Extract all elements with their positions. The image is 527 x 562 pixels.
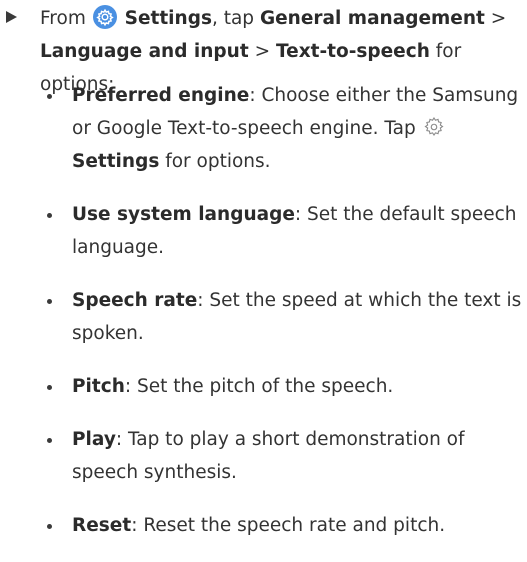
option-desc: : Set the pitch of the speech. bbox=[124, 376, 394, 397]
intro-general-management: General management bbox=[259, 8, 485, 29]
page: From Settings, tap General management > … bbox=[0, 0, 527, 536]
bullet-dot-icon bbox=[47, 213, 52, 218]
intro-from: From bbox=[40, 8, 86, 29]
list-item: Pitch: Set the pitch of the speech. bbox=[47, 370, 524, 403]
list-item: Speech rate: Set the speed at which the … bbox=[47, 284, 524, 350]
intro-text-to-speech: Text-to-speech bbox=[275, 41, 430, 62]
option-desc: : Reset the speech rate and pitch. bbox=[131, 515, 446, 536]
bullet-dot-icon bbox=[47, 524, 52, 529]
bullet-dot-icon bbox=[47, 385, 52, 390]
intro-sep: , tap bbox=[211, 8, 255, 29]
option-term: Speech rate bbox=[72, 290, 198, 311]
intro-language-input: Language and input bbox=[40, 41, 249, 62]
option-desc: : Tap to play a short demonstration of s… bbox=[72, 429, 465, 483]
option-settings: Settings bbox=[72, 151, 160, 172]
option-term: Play bbox=[72, 429, 116, 450]
settings-gear-icon bbox=[92, 5, 117, 29]
bullet-dot-icon bbox=[47, 94, 52, 99]
option-term: Use system language bbox=[72, 204, 295, 225]
option-term: Reset bbox=[72, 515, 132, 536]
list-item: Play: Tap to play a short demonstration … bbox=[47, 423, 524, 489]
option-tail: for options. bbox=[165, 151, 271, 172]
list-item: Reset: Reset the speech rate and pitch. bbox=[47, 509, 524, 542]
option-term: Pitch bbox=[72, 376, 125, 397]
bullet-arrow-icon bbox=[6, 11, 17, 23]
settings-outline-gear-icon bbox=[424, 117, 444, 137]
options-list: Preferred engine: Choose either the Sams… bbox=[47, 79, 524, 562]
option-term: Preferred engine bbox=[72, 85, 250, 106]
intro-settings: Settings bbox=[124, 8, 212, 29]
bullet-dot-icon bbox=[47, 299, 52, 304]
intro-chevron-2: > bbox=[254, 41, 271, 62]
list-item: Use system language: Set the default spe… bbox=[47, 198, 524, 264]
bullet-dot-icon bbox=[47, 438, 52, 443]
intro-chevron-1: > bbox=[490, 8, 507, 29]
list-item: Preferred engine: Choose either the Sams… bbox=[47, 79, 524, 178]
